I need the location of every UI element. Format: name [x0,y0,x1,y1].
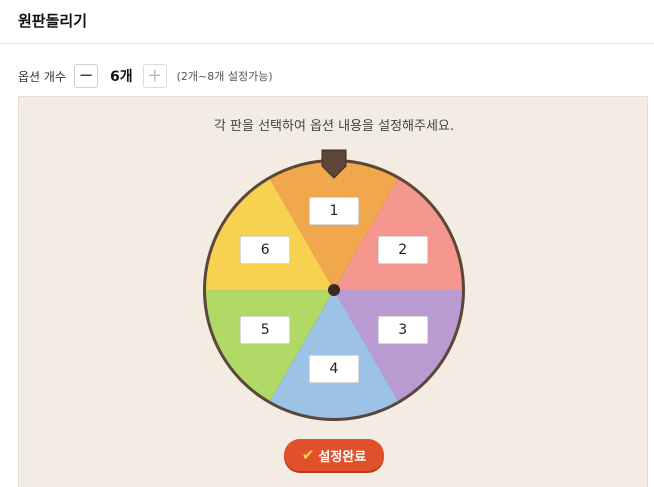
roulette-wheel [189,145,479,435]
instruction-text: 각 판을 선택하여 옵션 내용을 설정해주세요. [213,119,455,134]
option-count-row: 옵션 개수 − 6개 + (2개~8개 설정가능) [18,63,273,89]
slice-input-3[interactable] [377,315,428,344]
decrease-button[interactable]: − [73,64,98,88]
wheel-hub [328,284,340,296]
header: 원판돌리기 [0,0,654,44]
slice-input-5[interactable] [240,315,291,344]
wheel-graphic [203,149,465,421]
check-icon: ✔ [301,446,315,464]
increase-button[interactable]: + [142,64,167,88]
complete-settings-label: 설정완료 [318,449,367,465]
slice-input-4[interactable] [309,355,359,384]
page-title: 원판돌리기 [18,12,88,30]
slice-input-2[interactable] [377,236,428,265]
slice-input-6[interactable] [240,236,291,265]
plus-icon: + [147,65,163,86]
complete-settings-button[interactable]: ✔ 설정완료 [284,439,384,471]
slice-input-1[interactable] [309,196,359,225]
wheel-panel: 각 판을 선택하여 옵션 내용을 설정해주세요. ✔ 설정완료 [18,96,648,487]
option-count-value: 6개 [109,69,133,85]
option-range-note: (2개~8개 설정가능) [176,70,273,83]
option-count-label: 옵션 개수 [18,69,66,84]
minus-icon: − [78,65,94,86]
